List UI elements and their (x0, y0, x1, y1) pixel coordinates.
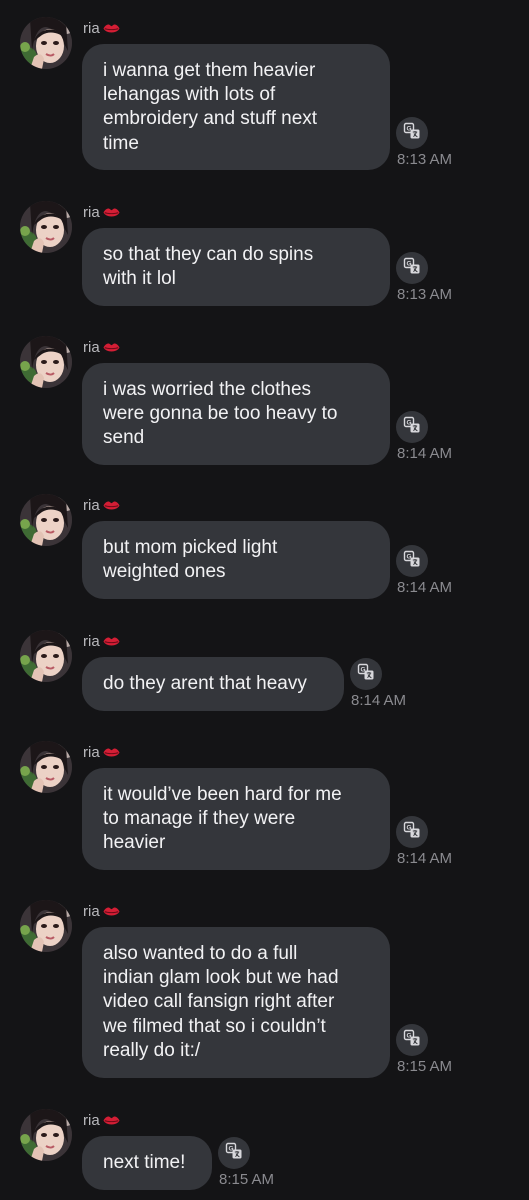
message-line: but mom picked light (103, 537, 278, 558)
message-line: really do it:/ (103, 1039, 201, 1061)
message-bubble[interactable]: but mom picked light weighted ones (82, 521, 390, 599)
sender-avatar[interactable] (20, 201, 72, 253)
message-bubble[interactable]: it would’ve been hard for me to manage i… (82, 768, 390, 870)
message-line: i was worried the clothes (103, 379, 312, 400)
message-time: 8:14 AM (397, 445, 453, 462)
message-line: we filmed that so i couldn’t (103, 1015, 326, 1037)
message-line: to manage if they were (103, 808, 296, 830)
lips-icon (103, 206, 120, 218)
message-line: i wanna get them heavier (103, 60, 316, 81)
message-line: also wanted to do a full (103, 943, 298, 964)
translate-icon: G (403, 821, 421, 844)
translate-button[interactable]: G (396, 117, 428, 149)
message-line: video call fansign right after (103, 991, 335, 1013)
sender-label: ria (83, 494, 120, 516)
sender-avatar[interactable] (20, 336, 72, 388)
message-line: lehangas with lots of (103, 84, 276, 106)
lips-icon (103, 1114, 120, 1126)
sender-name: ria (83, 338, 100, 356)
sender-label: ria (83, 630, 120, 652)
message-time: 8:15 AM (219, 1171, 275, 1188)
message-bubble[interactable]: next time! (82, 1136, 212, 1190)
translate-icon: G (403, 416, 421, 439)
sender-name: ria (83, 496, 100, 514)
translate-button[interactable]: G (218, 1137, 250, 1169)
message-line: send (103, 427, 145, 449)
translate-button[interactable]: G (396, 545, 428, 577)
message-time: 8:13 AM (397, 151, 453, 168)
translate-icon: G (357, 663, 375, 686)
message-line: with it lol (103, 268, 176, 290)
sender-avatar[interactable] (20, 741, 72, 793)
sender-avatar[interactable] (20, 494, 72, 546)
message-line: weighted ones (103, 561, 226, 583)
message-line: do they arent that heavy (103, 673, 307, 694)
message-line: it would’ve been hard for me (103, 784, 342, 805)
translate-button[interactable]: G (396, 1024, 428, 1056)
translate-button[interactable]: G (396, 252, 428, 284)
sender-label: ria (83, 17, 120, 39)
message-line: time (103, 132, 139, 154)
sender-name: ria (83, 743, 100, 761)
translate-icon: G (403, 257, 421, 280)
sender-name: ria (83, 902, 100, 920)
lips-icon (103, 905, 120, 917)
message-line: so that they can do spins (103, 244, 314, 265)
chat-thread: ria i wanna get them heavier lehangas wi… (0, 0, 529, 1200)
lips-icon (103, 341, 120, 353)
sender-name: ria (83, 203, 100, 221)
message-bubble[interactable]: do they arent that heavy (82, 657, 344, 711)
message-line: next time! (103, 1152, 186, 1173)
message-time: 8:15 AM (397, 1058, 453, 1075)
sender-avatar[interactable] (20, 17, 72, 69)
sender-name: ria (83, 1111, 100, 1129)
sender-label: ria (83, 900, 120, 922)
message-bubble[interactable]: i wanna get them heavier lehangas with l… (82, 44, 390, 170)
translate-icon: G (403, 1029, 421, 1052)
message-time: 8:14 AM (397, 579, 453, 596)
sender-avatar[interactable] (20, 630, 72, 682)
sender-label: ria (83, 1109, 120, 1131)
message-line: heavier (103, 832, 166, 854)
sender-label: ria (83, 201, 120, 223)
message-bubble[interactable]: so that they can do spins with it lol (82, 228, 390, 306)
message-time: 8:14 AM (351, 692, 407, 709)
sender-avatar[interactable] (20, 900, 72, 952)
translate-button[interactable]: G (396, 411, 428, 443)
translate-icon: G (403, 550, 421, 573)
message-time: 8:14 AM (397, 850, 453, 867)
translate-icon: G (225, 1142, 243, 1165)
sender-avatar[interactable] (20, 1109, 72, 1161)
lips-icon (103, 499, 120, 511)
lips-icon (103, 635, 120, 647)
message-bubble[interactable]: i was worried the clothes were gonna be … (82, 363, 390, 465)
message-time: 8:13 AM (397, 286, 453, 303)
translate-icon: G (403, 122, 421, 145)
message-bubble[interactable]: also wanted to do a full indian glam loo… (82, 927, 390, 1078)
message-line: embroidery and stuff next (103, 108, 318, 130)
sender-label: ria (83, 336, 120, 358)
message-line: indian glam look but we had (103, 967, 339, 989)
sender-label: ria (83, 741, 120, 763)
message-line: were gonna be too heavy to (103, 403, 338, 425)
translate-button[interactable]: G (396, 816, 428, 848)
translate-button[interactable]: G (350, 658, 382, 690)
lips-icon (103, 746, 120, 758)
sender-name: ria (83, 19, 100, 37)
lips-icon (103, 22, 120, 34)
sender-name: ria (83, 632, 100, 650)
